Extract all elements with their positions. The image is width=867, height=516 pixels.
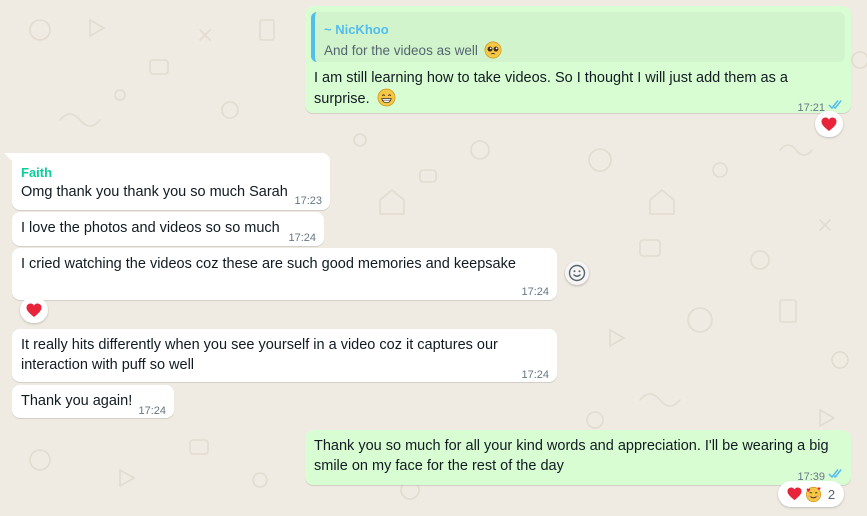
message-text-line-2: surprise. xyxy=(314,88,396,109)
add-reaction-icon xyxy=(568,264,586,282)
message-time: 17:24 xyxy=(138,405,166,417)
pleading-face-icon xyxy=(484,41,502,59)
message-text: I cried watching the videos coz these ar… xyxy=(21,256,516,272)
message-bubble-incoming[interactable]: It really hits differently when you see … xyxy=(12,329,557,382)
message-text: Omg thank you thank you so much Sarah xyxy=(21,184,288,200)
message-text: Thank you again! xyxy=(21,393,133,409)
reaction-badge[interactable]: 2 xyxy=(778,481,844,507)
message-text: I love the photos and videos so so much xyxy=(21,220,280,236)
heart-icon xyxy=(787,487,802,501)
message-bubble-incoming[interactable]: I cried watching the videos coz these ar… xyxy=(12,248,557,300)
heart-icon xyxy=(821,117,837,131)
read-receipt-icon xyxy=(828,469,842,479)
message-text-line-1: Thank you so much for all your kind word… xyxy=(314,438,829,454)
message-text-line-1: I am still learning how to take videos. … xyxy=(314,70,788,86)
read-receipt-icon xyxy=(828,100,842,110)
quoted-author: ~ NicKhoo xyxy=(324,22,389,37)
reaction-badge[interactable] xyxy=(815,111,843,137)
message-time: 17:24 xyxy=(521,369,549,381)
sender-name[interactable]: Faith xyxy=(21,163,52,183)
add-reaction-button[interactable] xyxy=(565,261,589,285)
quoted-message[interactable]: ~ NicKhoo And for the videos as well xyxy=(311,12,845,62)
message-bubble-incoming[interactable]: I love the photos and videos so so much … xyxy=(12,212,324,246)
reaction-badge[interactable] xyxy=(20,297,48,323)
grinning-face-icon xyxy=(377,88,396,107)
message-text-line-1: It really hits differently when you see … xyxy=(21,337,498,353)
message-bubble-outgoing[interactable]: Thank you so much for all your kind word… xyxy=(305,430,851,485)
message-text-line-2: smile on my face for the rest of the day xyxy=(314,458,564,474)
message-bubble-incoming[interactable]: Thank you again! 17:24 xyxy=(12,385,174,418)
reaction-count: 2 xyxy=(827,486,836,502)
smiling-face-with-hearts-icon xyxy=(805,486,821,502)
message-bubble-outgoing[interactable]: ~ NicKhoo And for the videos as well I a… xyxy=(305,6,851,114)
message-time: 17:24 xyxy=(288,232,316,244)
message-text-line-2: interaction with puff so well xyxy=(21,357,195,373)
quoted-text: And for the videos as well xyxy=(324,41,502,61)
heart-icon xyxy=(26,303,42,317)
message-time: 17:23 xyxy=(294,195,322,207)
message-time: 17:24 xyxy=(521,286,549,298)
message-bubble-incoming[interactable]: Faith Omg thank you thank you so much Sa… xyxy=(12,153,330,210)
